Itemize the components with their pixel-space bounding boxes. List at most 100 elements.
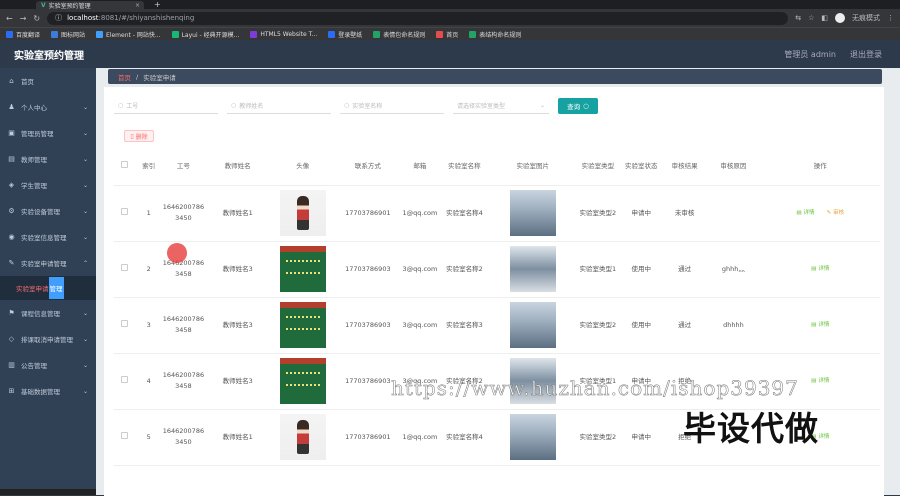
column-header[interactable]: 联系方式 [335,149,401,186]
bookmark-item[interactable]: 表结构命名规则 [469,30,521,39]
search-icon: ○ [118,102,124,109]
reload-icon[interactable]: ↻ [33,14,40,23]
column-header[interactable]: 审核结果 [662,149,707,186]
bookmark-item[interactable]: Element - 网站快... [96,30,161,39]
audit-result-cell: 未审核 [662,185,707,242]
bookmark-item[interactable]: 表情包命名规则 [373,30,425,39]
lab-type-cell: 实验室类型1 [576,353,620,410]
detail-label: 详情 [818,434,830,440]
row-checkbox[interactable] [121,375,129,383]
detail-button[interactable]: ▤ 详情 [811,432,829,443]
data-table: 索引 工号 教师姓名 头像 联系方式 邮箱 实验室名称 实验室图片 实验室类型 实验室状态 审核结果… [114,149,880,466]
column-header[interactable]: 工号 [161,149,206,186]
forward-icon[interactable]: → [20,14,27,23]
lab-image-cell [489,353,577,410]
detail-icon: ▤ [811,378,817,384]
lab-status-cell: 使用中 [619,297,663,354]
sidebar-item[interactable]: ⚑ 课程信息管理 ⌄ [0,300,96,326]
audit-button[interactable]: ✎ 审核 [827,208,845,219]
sidebar-item[interactable]: ▤ 教师管理 ⌄ [0,146,96,172]
teacher-name-input[interactable]: ○ 教师姓名 [227,99,331,114]
sidebar-item[interactable]: ▣ 管理员管理 ⌄ [0,120,96,146]
phone-cell: 17703786903 [335,297,401,354]
teacher-name-placeholder: 教师姓名 [239,103,264,110]
column-header[interactable]: 索引 [135,149,162,186]
job-no-input[interactable]: ○ 工号 [114,99,218,114]
column-header[interactable]: 实验室名称 [439,149,490,186]
close-tab-icon[interactable]: × [135,2,140,9]
sidebar-item-label: 学生管理 [21,182,47,190]
bookmark-label: 登录壁纸 [338,31,363,39]
vue-logo-icon: V [41,1,46,9]
detail-button[interactable]: ▤ 详情 [811,264,829,275]
sidebar-item[interactable]: ✎ 实验室申请管理 ⌃ [0,250,96,276]
back-icon[interactable]: ← [6,14,13,23]
sidebar-item[interactable]: ⌂ 首页 [0,68,96,94]
column-header[interactable]: 头像 [270,149,336,186]
bookmark-item[interactable]: Layui - 经典开源模... [171,30,239,39]
sidebar-item[interactable]: ♟ 个人中心 ⌄ [0,94,96,120]
detail-icon: ▤ [811,434,817,440]
row-checkbox[interactable] [121,263,129,271]
sidebar-item[interactable]: ⊞ 基础数据管理 ⌄ [0,378,96,404]
lab-name-cell: 实验室名称2 [439,241,490,298]
sidebar-item[interactable]: ◈ 学生管理 ⌄ [0,172,96,198]
row-checkbox[interactable] [121,319,129,327]
sidebar-item[interactable]: ◉ 实验室信息管理 ⌄ [0,224,96,250]
select-all-checkbox[interactable] [121,161,129,169]
detail-icon: ▤ [811,322,817,328]
logout-link[interactable]: 退出登录 [850,49,882,60]
bookmark-item[interactable]: 首页 [436,30,458,39]
lab-image [509,302,556,348]
url-field[interactable]: ⓘ localhost:8081/#/shiyanshishenqing [47,11,789,25]
star-icon[interactable]: ☆ [808,14,814,22]
detail-button[interactable]: ▤ 详情 [796,208,814,219]
row-checkbox[interactable] [121,431,129,439]
checkbox-cell [114,185,136,242]
delete-button[interactable]: ▯ 删除 [124,130,154,142]
lab-name-cell: 实验室名称2 [439,353,490,410]
menu-icon[interactable]: ⋮ [887,14,894,22]
sidebar-item[interactable]: ▥ 公告管理 ⌄ [0,352,96,378]
column-header[interactable]: 操作 [760,149,880,186]
filter-bar: ○ 工号 ○ 教师姓名 ○ 实验室名称 请选择实验室类型 ⌄ 查询 ○ [114,98,598,114]
lab-type-select[interactable]: 请选择实验室类型 ⌄ [453,99,549,114]
bookmark-item[interactable]: 百度翻译 [6,30,40,39]
bookmark-item[interactable]: 登录壁纸 [328,30,362,39]
row-checkbox[interactable] [121,207,129,215]
profile-label[interactable]: 无痕模式 [852,13,880,23]
sidebar-item-label: 排课取消申请管理 [21,336,73,344]
bookmark-item[interactable]: HTML5 Website T... [250,30,317,38]
submenu-item-lab-apply[interactable]: 实验室申请 管理 [0,276,96,300]
browser-tab[interactable]: V 实验室预约管理 × [36,1,144,10]
sidebar-item[interactable]: ⚙ 实验设备管理 ⌄ [0,198,96,224]
lab-image [509,246,556,292]
column-header[interactable]: 教师姓名 [205,149,271,186]
lab-name-input[interactable]: ○ 实验室名称 [340,99,444,114]
column-header[interactable]: 实验室图片 [489,149,577,186]
query-button[interactable]: 查询 ○ [558,98,598,114]
bookmark-icon [373,30,381,38]
column-header[interactable]: 实验室状态 [619,149,663,186]
chevron-icon: ⌄ [82,103,88,111]
profile-avatar[interactable] [835,13,845,23]
delete-label: 删除 [135,133,148,141]
teacher-name-cell: 教师姓名3 [205,241,271,298]
column-header[interactable]: 审核原因 [706,149,761,186]
tab-title: 实验室预约管理 [48,2,91,10]
breadcrumb-home[interactable]: 首页 [118,72,131,82]
column-header[interactable]: 实验室类型 [576,149,620,186]
chevron-icon: ⌄ [82,233,88,241]
extensions-icon[interactable]: ◧ [821,14,828,22]
column-header[interactable]: 邮箱 [400,149,440,186]
new-tab-icon[interactable]: + [154,1,161,9]
translate-icon[interactable]: ⇆ [795,14,801,22]
index-cell: 5 [135,409,162,466]
detail-button[interactable]: ▤ 详情 [811,320,829,331]
sidebar-item[interactable]: ◇ 排课取消申请管理 ⌄ [0,326,96,352]
detail-button[interactable]: ▤ 详情 [811,376,829,387]
bookmark-label: Element - 网站快... [106,31,161,39]
audit-result-cell: 拒绝 [662,353,707,410]
avatar-image [279,414,326,460]
bookmark-item[interactable]: 图标网站 [51,30,85,39]
